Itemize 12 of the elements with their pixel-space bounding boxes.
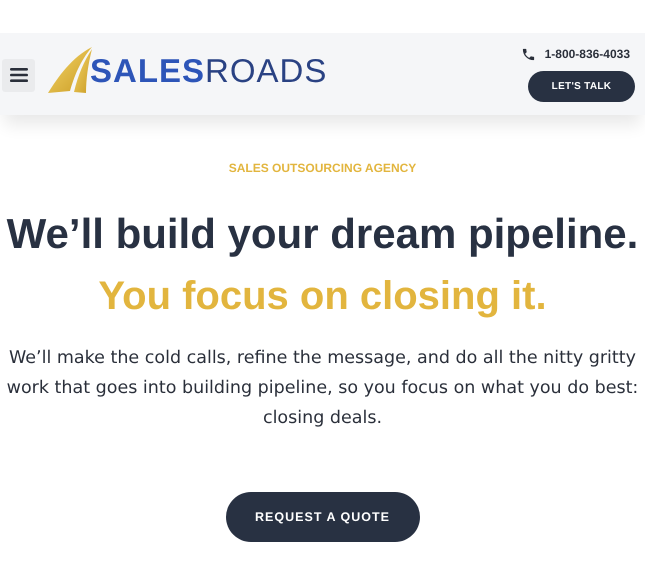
request-quote-button[interactable]: REQUEST A QUOTE — [226, 492, 420, 542]
eyebrow-text: SALES OUTSOURCING AGENCY — [228, 161, 416, 175]
phone-icon — [520, 46, 536, 62]
sail-icon — [48, 47, 92, 93]
intro-paragraph: We’ll make the cold calls, refine the message, and do all the nitty gritty work that goes into building pipeline, so you focus on what you do best: closing deals. — [6, 347, 640, 430]
headline: We’ll build your dream pipeline. — [6, 209, 638, 259]
menu-button[interactable] — [2, 58, 35, 92]
lets-talk-button[interactable]: LET'S TALK — [528, 70, 635, 102]
menu-icon — [10, 68, 28, 82]
subheadline: You focus on closing it. — [98, 273, 547, 320]
phone-number[interactable]: 1-800-836-4033 — [544, 47, 630, 61]
logo-wordmark[interactable]: SALESROADS — [90, 54, 328, 86]
